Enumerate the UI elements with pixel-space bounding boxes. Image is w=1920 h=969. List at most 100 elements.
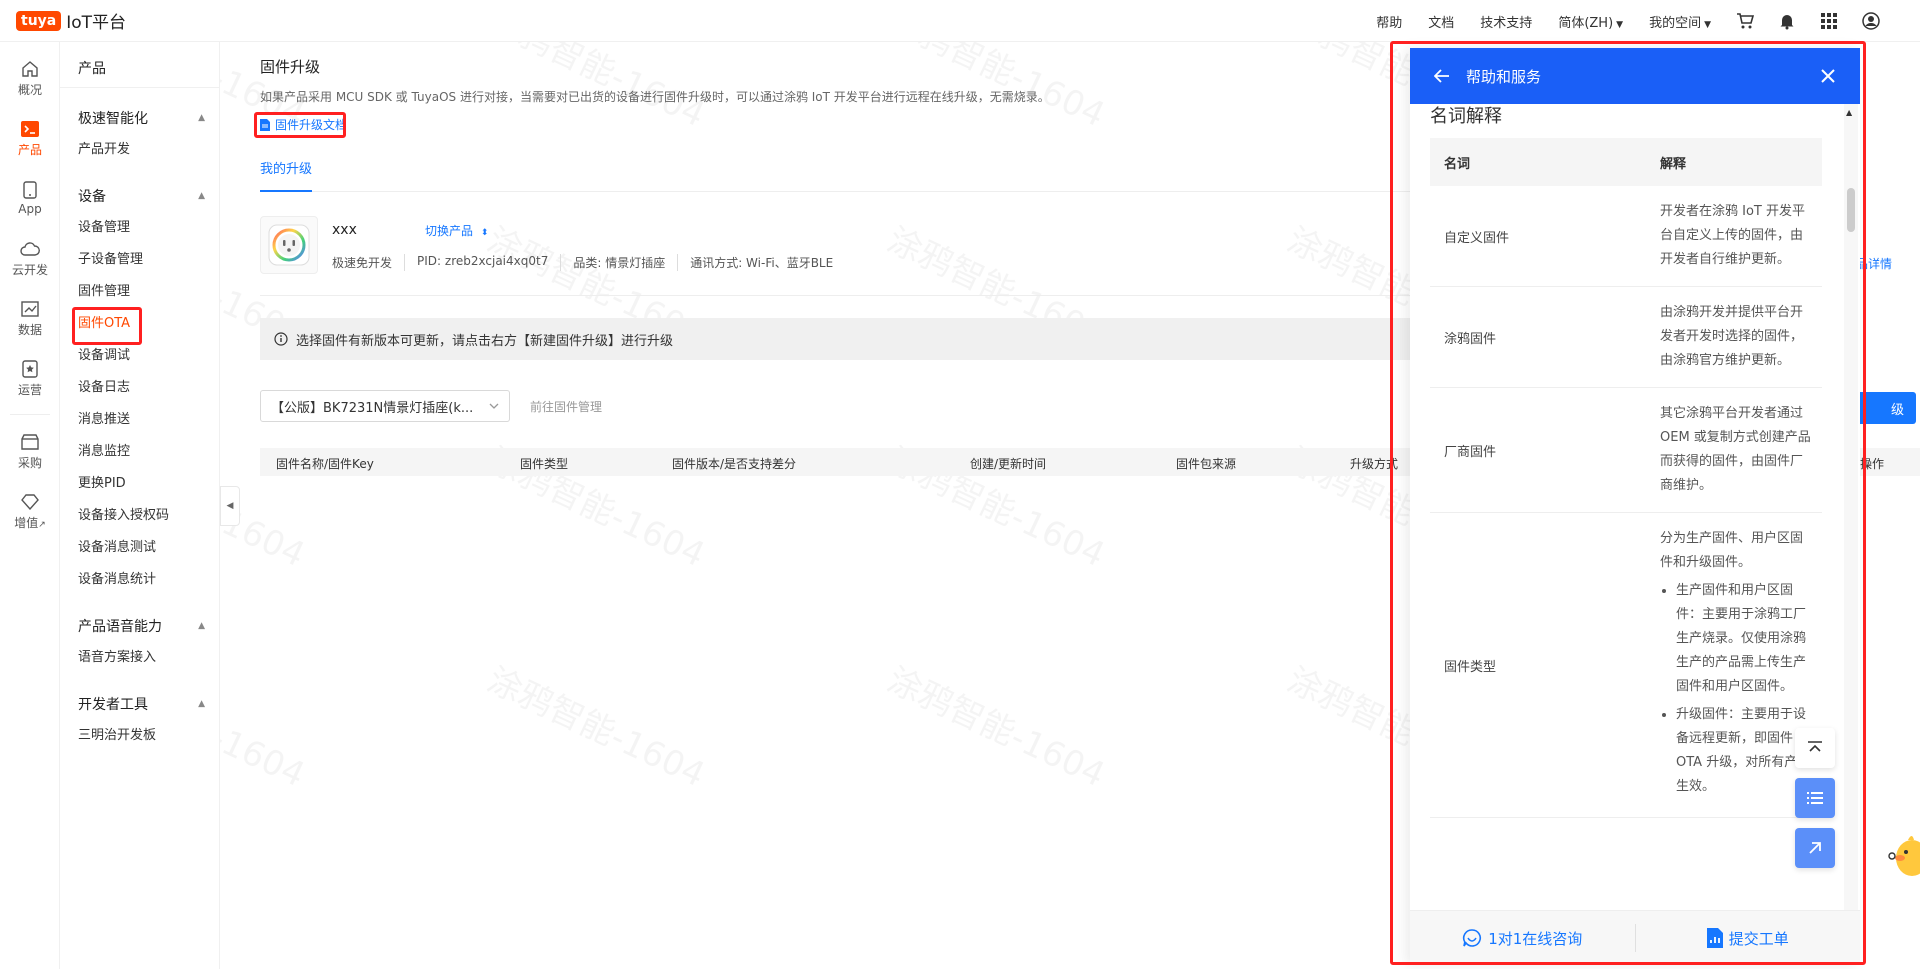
user-avatar-icon[interactable] — [1861, 11, 1881, 31]
bell-icon[interactable] — [1777, 11, 1797, 31]
glossary-bullet: 升级固件：主要用于设备远程更新，即固件 OTA 升级，对所有产品生效。 — [1676, 703, 1812, 799]
glossary-term: 自定义固件 — [1444, 230, 1510, 246]
online-consult-button[interactable]: 1对1在线咨询 — [1410, 928, 1635, 949]
caret-down-icon: ▼ — [1616, 19, 1624, 30]
switch-product-button[interactable]: 切换产品 ⬍ — [425, 222, 488, 239]
cart-icon[interactable] — [1735, 11, 1755, 31]
rail-item-purchase[interactable]: 采购 — [0, 421, 60, 481]
subnav-item[interactable]: 产品开发 — [60, 134, 219, 166]
rail-label: App — [18, 202, 42, 216]
icon-rail: 概况 产品 App 云开发 数据 运营 采购 增值↗ — [0, 42, 60, 969]
glossary-bullet: 生产固件和用户区固件：主要用于涂鸦工厂生产烧录。仅使用涂鸦生产的产品需上传生产固… — [1676, 579, 1812, 699]
product-protocol: 通讯方式: Wi-Fi、蓝牙BLE — [677, 254, 845, 271]
back-to-top-button[interactable] — [1795, 728, 1835, 768]
sort-icon: ⬍ — [480, 228, 489, 238]
firmware-select[interactable]: 【公版】BK7231N情景灯插座(k... — [260, 390, 510, 422]
external-link-icon: ↗ — [38, 519, 46, 530]
col-actions: 操作 — [1860, 457, 1885, 471]
help-footer: 1对1在线咨询 提交工单 — [1410, 910, 1860, 965]
space-select[interactable]: 我的空间 ▼ — [1649, 12, 1711, 31]
glossary-row: 固件类型 分为生产固件、用户区固件和升级固件。 生产固件和用户区固件：主要用于涂… — [1430, 513, 1822, 818]
submit-ticket-label: 提交工单 — [1728, 929, 1789, 948]
scroll-thumb[interactable] — [1847, 188, 1855, 232]
rail-item-overview[interactable]: 概况 — [0, 48, 60, 108]
subnav-item[interactable]: 设备接入授权码 — [60, 500, 219, 532]
firmware-doc-link[interactable]: 固件升级文档 — [260, 116, 347, 133]
col-source: 固件包来源 — [1176, 457, 1237, 471]
smart-plug-icon — [268, 224, 310, 266]
subnav-item[interactable]: 三明治开发板 — [60, 720, 219, 752]
rail-item-operate[interactable]: 运营 — [0, 348, 60, 408]
glossary-definition: 开发者在涂鸦 IoT 开发平台自定义上传的固件，由开发者自行维护更新。 — [1660, 204, 1805, 267]
subnav-item[interactable]: 设备消息统计 — [60, 564, 219, 596]
home-icon — [20, 59, 40, 79]
glossary-heading: 名词解释 — [1430, 106, 1502, 127]
subnav-item[interactable]: 固件OTA — [60, 308, 219, 340]
rail-item-cloud[interactable]: 云开发 — [0, 228, 60, 288]
ticket-icon — [1706, 928, 1723, 948]
rail-label: 采购 — [17, 455, 42, 470]
subnav-group-label: 产品语音能力 — [78, 619, 162, 635]
rail-item-value-added[interactable]: 增值↗ — [0, 481, 60, 541]
shop-icon — [20, 432, 40, 452]
logo-badge: tuya — [16, 10, 62, 31]
tab-my-upgrades[interactable]: 我的升级 — [260, 148, 313, 192]
subnav-item[interactable]: 子设备管理 — [60, 244, 219, 276]
language-select[interactable]: 简体(ZH) ▼ — [1558, 12, 1623, 31]
operate-icon — [20, 359, 40, 379]
help-body[interactable]: 名词解释 名词 解释 自定义固件 开发者在涂鸦 IoT 开发平台自定义上传的固件… — [1410, 104, 1848, 910]
subnav-group-label: 设备 — [78, 189, 106, 205]
glossary-header-row: 名词 解释 — [1430, 138, 1822, 186]
cloud-icon — [20, 239, 40, 259]
subnav-item[interactable]: 设备管理 — [60, 212, 219, 244]
goto-firmware-management-link[interactable]: 前往固件管理 — [530, 398, 602, 415]
rail-item-app[interactable]: App — [0, 168, 60, 228]
subnav-group-header[interactable]: 设备 ▲ — [60, 180, 219, 212]
list-button[interactable] — [1795, 778, 1835, 818]
subnav-item[interactable]: 固件管理 — [60, 276, 219, 308]
language-label: 简体(ZH) — [1558, 15, 1614, 31]
product-details-link[interactable]: 品详情 — [1856, 255, 1892, 272]
subnav-item[interactable]: 设备消息测试 — [60, 532, 219, 564]
open-external-button[interactable] — [1795, 828, 1835, 868]
caret-up-icon: ▲ — [198, 621, 205, 631]
sub-nav: 产品 极速智能化 ▲ 产品开发 设备 ▲ 设备管理 子设备管理 固件管理 固件OTA 设备调试 设备… — [60, 42, 220, 969]
caret-up-icon: ▲ — [198, 113, 205, 123]
help-scrollbar[interactable]: ▲ — [1844, 104, 1858, 910]
subnav-item[interactable]: 更换PID — [60, 468, 219, 500]
subnav-item[interactable]: 消息推送 — [60, 404, 219, 436]
nav-support[interactable]: 技术支持 — [1480, 12, 1532, 31]
mascot-duck-icon[interactable] — [1888, 828, 1920, 878]
arrow-to-top-icon — [1808, 741, 1822, 752]
subnav-item[interactable]: 消息监控 — [60, 436, 219, 468]
subnav-item[interactable]: 语音方案接入 — [60, 642, 219, 674]
subnav-group-label: 开发者工具 — [78, 697, 148, 713]
help-panel: 帮助和服务 名词解释 名词 解释 自定义固件 开发者在涂鸦 IoT 开发平台自定… — [1410, 48, 1860, 965]
glossary-row: 厂商固件 其它涂鸦平台开发者通过 OEM 或复制方式创建产品而获得的固件，由固件… — [1430, 388, 1822, 513]
nav-docs[interactable]: 文档 — [1428, 12, 1454, 31]
help-title: 帮助和服务 — [1466, 67, 1542, 86]
nav-help[interactable]: 帮助 — [1376, 12, 1402, 31]
subnav-item[interactable]: 设备日志 — [60, 372, 219, 404]
col-fw-type: 固件类型 — [520, 457, 569, 471]
rail-item-product[interactable]: 产品 — [0, 108, 60, 168]
close-icon[interactable] — [1818, 66, 1838, 86]
switch-product-label: 切换产品 — [425, 224, 474, 238]
collapse-sidebar-button[interactable]: ◀ — [220, 486, 240, 526]
rail-item-data[interactable]: 数据 — [0, 288, 60, 348]
grid-apps-icon[interactable] — [1819, 11, 1839, 31]
scroll-up-icon[interactable]: ▲ — [1846, 108, 1852, 117]
col-upgrade-mode: 升级方式 — [1350, 457, 1399, 471]
glossary-definition-intro: 分为生产固件、用户区固件和升级固件。 — [1660, 531, 1804, 570]
glossary-col-def: 解释 — [1660, 156, 1687, 172]
subnav-group-header[interactable]: 极速智能化 ▲ — [60, 102, 219, 134]
submit-ticket-button[interactable]: 提交工单 — [1636, 928, 1861, 949]
back-arrow-icon[interactable] — [1432, 66, 1452, 86]
product-dev-mode: 极速免开发 — [332, 256, 393, 270]
subnav-group-header[interactable]: 开发者工具 ▲ — [60, 688, 219, 720]
logo[interactable]: tuya IoT平台 — [16, 8, 126, 33]
arrow-up-right-icon — [1809, 842, 1821, 854]
rail-label: 云开发 — [11, 262, 48, 277]
subnav-group-header[interactable]: 产品语音能力 ▲ — [60, 610, 219, 642]
subnav-item[interactable]: 设备调试 — [60, 340, 219, 372]
